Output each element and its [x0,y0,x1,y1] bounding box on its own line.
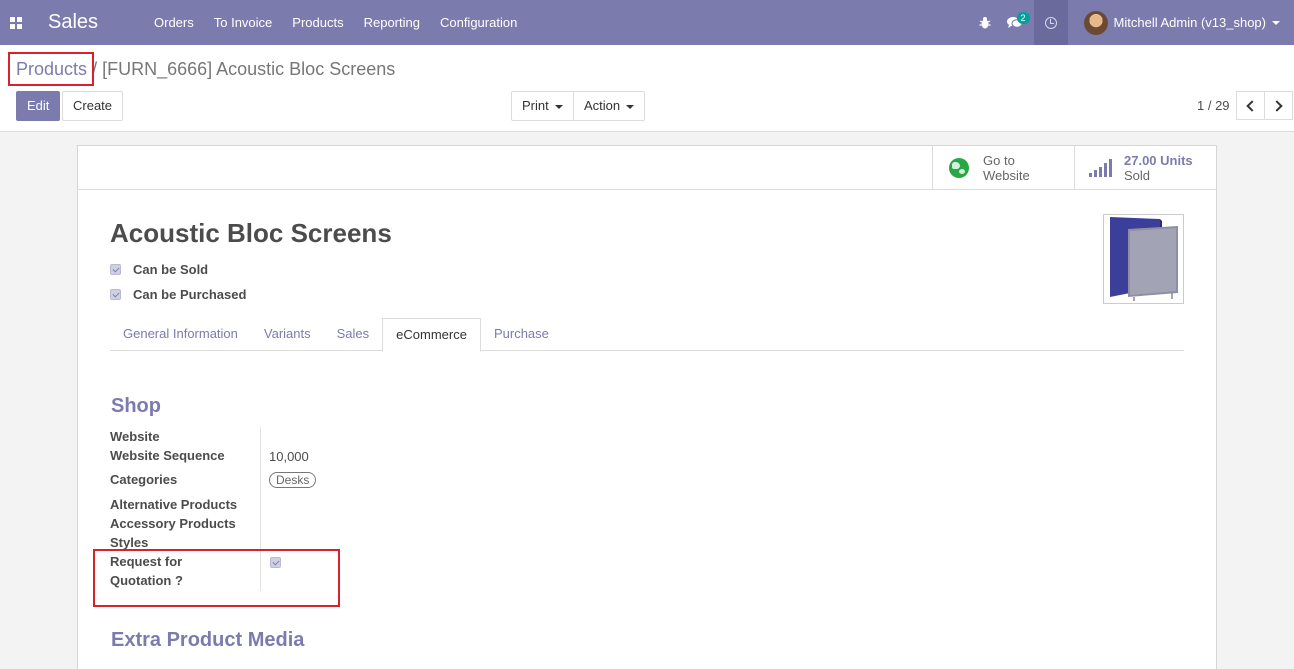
navbar-systray: 2 Mitchell Admin (v13_shop) [970,0,1294,45]
print-label: Print [522,98,549,113]
pager-previous-button[interactable] [1236,91,1265,120]
edit-button[interactable]: Edit [16,91,61,121]
units-sold-label: Sold [1124,167,1151,183]
units-sold-button[interactable]: 27.00 Units Sold [1074,146,1216,189]
menu-item-configuration[interactable]: Configuration [430,0,527,45]
chevron-left-icon [1246,99,1258,112]
control-panel: Products / [FURN_6666] Acoustic Bloc Scr… [0,45,1294,132]
breadcrumb-current: [FURN_6666] Acoustic Bloc Screens [102,59,396,79]
messages-badge: 2 [1016,12,1030,24]
chevron-right-icon [1271,99,1283,112]
main-menu: Orders To Invoice Products Reporting Con… [144,0,527,45]
menu-item-orders[interactable]: Orders [144,0,204,45]
tab-ecommerce[interactable]: eCommerce [382,318,481,352]
accessory-products-label: Accessory Products [110,516,236,531]
activities-clock-icon[interactable] [1033,0,1068,45]
tab-general-information[interactable]: General Information [110,318,251,350]
messages-chat-icon[interactable]: 2 [1000,0,1030,45]
print-dropdown-button[interactable]: Print [511,91,574,121]
category-tag-desks[interactable]: Desks [269,472,317,488]
action-label: Action [584,98,621,113]
can-be-sold-checkbox[interactable] [110,264,121,275]
highlight-box-products [8,52,94,86]
menu-item-to-invoice[interactable]: To Invoice [204,0,283,45]
debug-bug-icon[interactable] [970,0,1000,45]
smart-button-box: Go to Website 27.00 Units Sold [78,146,1216,190]
go-to-website-button[interactable]: Go to Website [932,146,1074,189]
user-name: Mitchell Admin (v13_shop) [1113,15,1266,30]
product-name: Acoustic Bloc Screens [110,218,392,248]
caret-down-icon [626,104,635,109]
can-be-purchased-field: Can be Purchased [110,287,246,302]
menu-item-products[interactable]: Products [282,0,353,45]
website-line2: Website [983,167,1030,183]
menu-item-reporting[interactable]: Reporting [354,0,430,45]
user-menu[interactable]: Mitchell Admin (v13_shop) [1068,0,1294,45]
website-line1: Go to [983,152,1015,168]
shop-section-title: Shop [111,395,161,417]
pager-next-button[interactable] [1264,91,1293,120]
form-sheet: Go to Website 27.00 Units Sold Acoustic … [77,145,1217,669]
website-label: Website [110,429,160,444]
action-dropdown-button[interactable]: Action [573,91,646,121]
categories-label: Categories [110,472,178,487]
can-be-purchased-checkbox[interactable] [110,289,121,300]
caret-down-icon [554,104,563,109]
notebook-tabs: General Information Variants Sales eComm… [110,318,1184,352]
product-image[interactable] [1103,214,1184,304]
tab-purchase[interactable]: Purchase [481,318,562,350]
apps-menu-icon[interactable] [0,0,32,45]
tab-sales[interactable]: Sales [324,318,383,350]
signal-bars-icon [1089,158,1112,177]
app-brand[interactable]: Sales [48,11,144,34]
can-be-sold-label: Can be Sold [133,262,209,277]
website-sequence-value[interactable]: 10,000 [269,449,309,464]
units-sold-value: 27.00 Units [1124,152,1193,168]
can-be-sold-field: Can be Sold [110,262,208,277]
caret-down-icon [1272,20,1280,25]
globe-icon [949,157,969,178]
can-be-purchased-label: Can be Purchased [133,287,247,302]
user-avatar [1083,10,1108,35]
create-button[interactable]: Create [62,91,124,121]
tab-variants[interactable]: Variants [251,318,324,350]
highlight-box-request-for-quotation [93,549,340,607]
alternative-products-label: Alternative Products [110,497,238,512]
extra-product-media-title: Extra Product Media [111,629,305,651]
website-sequence-label: Website Sequence [110,448,225,463]
pager-value[interactable]: 1 / 29 [1197,98,1230,113]
top-navbar: Sales Orders To Invoice Products Reporti… [0,0,1294,45]
